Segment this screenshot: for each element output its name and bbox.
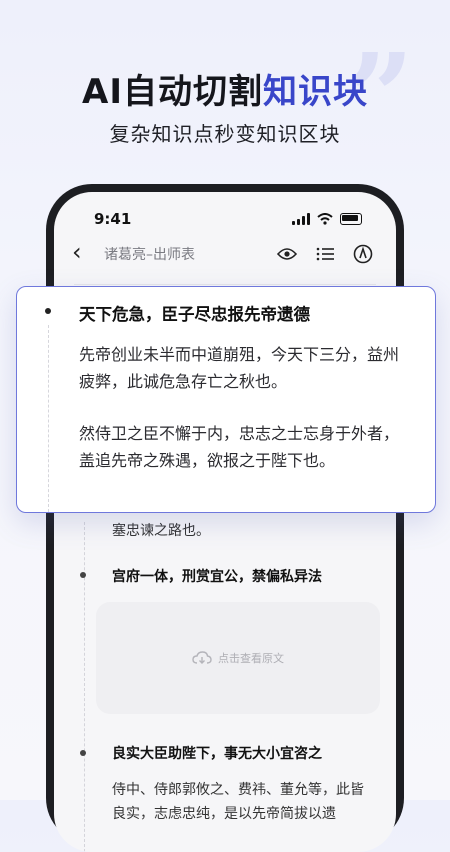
view-original-label: 点击查看原文 bbox=[218, 652, 284, 665]
nav-actions bbox=[276, 243, 374, 265]
knowledge-block-title: 天下危急，臣子尽忠报先帝遗德 bbox=[79, 305, 310, 324]
hero-subtitle: 复杂知识点秒变知识区块 bbox=[109, 122, 341, 146]
hero-title: AI自动切割知识块 bbox=[0, 64, 450, 113]
cloud-icon bbox=[192, 651, 212, 664]
document-title: 诸葛亮–出师表 bbox=[104, 247, 195, 263]
status-bar: 9:41 bbox=[54, 210, 396, 232]
section-paragraph: 侍中、侍郎郭攸之、费祎、董允等，此皆良实，志虑忠纯，是以先帝简拔以遗 bbox=[112, 782, 364, 822]
section-bullet bbox=[80, 572, 86, 578]
knowledge-block-paragraph: 先帝创业未半而中道崩殂，今天下三分，益州疲弊，此诚危急存亡之秋也。 bbox=[79, 345, 400, 391]
section-bullet bbox=[80, 750, 86, 756]
list-icon[interactable] bbox=[314, 243, 336, 265]
cellular-signal-icon bbox=[292, 213, 310, 225]
view-original-card[interactable]: 点击查看原文 bbox=[96, 602, 380, 714]
section-title[interactable]: 宫府一体，刑赏宜公，禁偏私异法 bbox=[112, 566, 322, 586]
status-icons bbox=[292, 213, 362, 225]
pen-circle-icon[interactable] bbox=[352, 243, 374, 265]
knowledge-block-paragraph: 然侍卫之臣不懈于内，忠志之士忘身于外者，盖追先帝之殊遇，欲报之于陛下也。 bbox=[79, 424, 400, 470]
back-chevron-icon[interactable]: ‹ bbox=[72, 238, 82, 266]
divider bbox=[74, 284, 376, 285]
wifi-icon bbox=[317, 213, 333, 225]
hero-title-highlight: 知识块 bbox=[262, 72, 368, 112]
paragraph-tail: 塞忠谏之路也。 bbox=[112, 523, 210, 539]
eye-icon[interactable] bbox=[276, 243, 298, 265]
phone-frame: 9:41 ‹ 诸葛亮–出师表 塞忠谏之路也。 宫府一体，刑赏宜公，禁偏私异法 点… bbox=[46, 184, 404, 852]
battery-icon bbox=[340, 213, 362, 225]
card-rail bbox=[48, 325, 49, 512]
status-time: 9:41 bbox=[94, 210, 132, 228]
card-bullet bbox=[45, 308, 51, 314]
hero-title-prefix: AI自动切割 bbox=[82, 72, 263, 112]
section-title[interactable]: 良实大臣助陛下，事无大小宜咨之 bbox=[112, 743, 322, 763]
knowledge-block-card[interactable]: 天下危急，臣子尽忠报先帝遗德 先帝创业未半而中道崩殂，今天下三分，益州疲弊，此诚… bbox=[16, 286, 436, 513]
nav-bar: ‹ 诸葛亮–出师表 bbox=[54, 236, 396, 272]
